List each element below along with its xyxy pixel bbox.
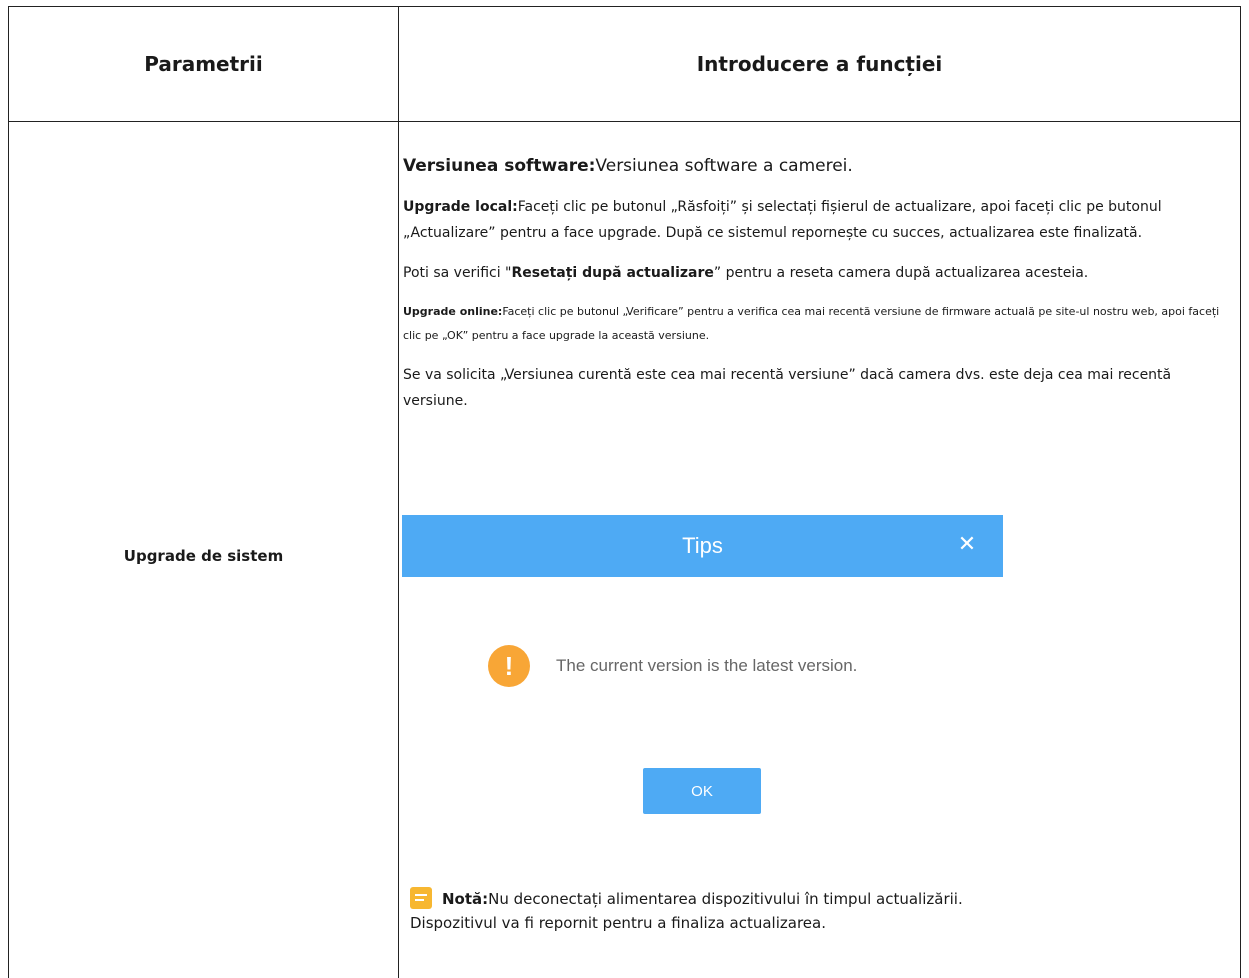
ok-button[interactable]: OK — [643, 768, 761, 814]
column-divider — [398, 7, 399, 978]
dialog-title: Tips — [682, 533, 723, 558]
online-upgrade-label: Upgrade online: — [403, 305, 503, 318]
local-upgrade-label: Upgrade local: — [403, 199, 518, 215]
local-upgrade-paragraph: Upgrade local:Faceți clic pe butonul „Ră… — [403, 194, 1223, 246]
reset-prefix: Poti sa verifici " — [403, 265, 512, 281]
function-description: Versiunea software:Versiunea software a … — [403, 152, 1223, 414]
note-line2: Dispozitivul va fi repornit pentru a fin… — [410, 914, 826, 932]
reset-suffix: ” pentru a reseta camera după actualizar… — [713, 265, 1089, 281]
dialog-message: The current version is the latest versio… — [556, 656, 858, 675]
online-upgrade-text: Faceți clic pe butonul „Verificare” pent… — [403, 305, 1220, 342]
note-icon — [410, 887, 432, 909]
header-introducere: Introducere a funcției — [696, 52, 943, 76]
software-version-text: Versiunea software a camerei. — [595, 156, 853, 176]
tips-dialog: Tips ✕ ! The current version is the late… — [402, 515, 1003, 829]
header-divider — [9, 121, 1240, 122]
dialog-header: Tips — [402, 515, 1003, 577]
reset-after-upgrade-label: Resetați după actualizare — [511, 265, 714, 281]
online-upgrade-paragraph: Upgrade online:Faceți clic pe butonul „V… — [403, 300, 1223, 348]
local-upgrade-text: Faceți clic pe butonul „Răsfoiți” și sel… — [403, 199, 1162, 241]
software-version-paragraph: Versiunea software:Versiunea software a … — [403, 152, 1223, 180]
note-label: Notă: — [442, 890, 489, 908]
note-line1: Nu deconectați alimentarea dispozitivulu… — [488, 890, 963, 908]
warning-icon: ! — [488, 645, 530, 687]
param-upgrade-de-sistem: Upgrade de sistem — [123, 547, 284, 565]
latest-version-paragraph: Se va solicita „Versiunea curentă este c… — [403, 367, 1172, 409]
reset-paragraph: Poti sa verifici "Resetați după actualiz… — [403, 260, 1223, 286]
software-version-label: Versiunea software: — [403, 156, 596, 176]
note-block: Notă:Nu deconectați alimentarea dispozit… — [410, 887, 1230, 935]
header-parametrii: Parametrii — [144, 52, 263, 76]
close-icon[interactable]: ✕ — [953, 531, 981, 559]
